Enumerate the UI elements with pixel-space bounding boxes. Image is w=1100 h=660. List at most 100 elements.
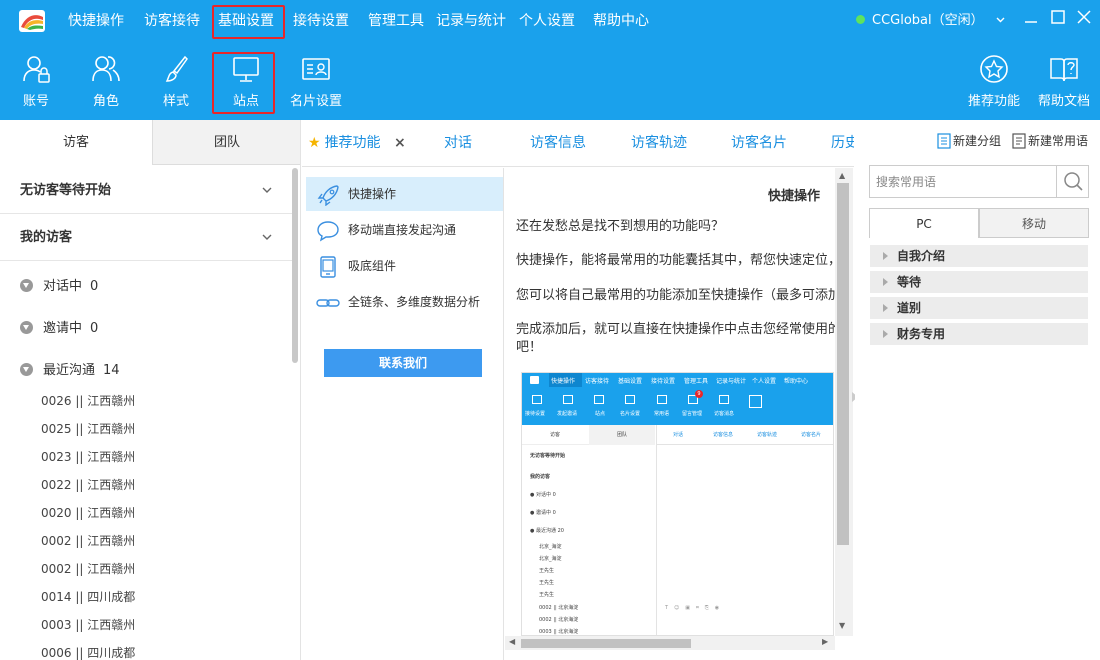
scroll-down-icon[interactable]: ▼ — [839, 621, 845, 630]
menu-records-stats[interactable]: 记录与统计 — [436, 0, 506, 42]
chat-bubble-icon — [317, 221, 339, 242]
phrase-search-input[interactable] — [870, 166, 1055, 197]
group-chatting[interactable]: 对话中 0 — [20, 275, 98, 294]
preview-tool-icon — [625, 395, 635, 404]
section-my-visitors[interactable]: 我的访客 — [0, 215, 292, 261]
visitor-row[interactable]: 0025 || 江西赣州 — [41, 420, 135, 437]
preview-menu-item: 帮助中心 — [784, 378, 809, 385]
preview-divider — [657, 444, 833, 445]
scroll-left-icon[interactable]: ◀ — [509, 637, 515, 646]
close-icon[interactable] — [1075, 8, 1093, 26]
chevron-down-icon — [262, 187, 272, 193]
contact-us-button[interactable]: 联系我们 — [324, 349, 482, 377]
tool-role-button[interactable]: 角色 — [88, 54, 124, 109]
visitor-row[interactable]: 0020 || 江西赣州 — [41, 504, 135, 521]
feature-data-analysis[interactable]: 全链条、多维度数据分析 — [306, 285, 503, 319]
detail-scroll-thumb[interactable] — [837, 183, 849, 545]
help-book-icon — [1050, 58, 1078, 82]
phrase-category[interactable]: 财务专用 — [870, 323, 1088, 345]
group-inviting[interactable]: 邀请中 0 — [20, 317, 98, 336]
tab-recommended[interactable]: ★ 推荐功能 — [308, 120, 381, 166]
tab-chat[interactable]: 对话 — [444, 120, 472, 166]
feature-quick-ops[interactable]: 快捷操作 — [306, 177, 503, 211]
tool-card-settings-label: 名片设置 — [290, 94, 343, 109]
menu-quick-ops[interactable]: 快捷操作 — [68, 0, 124, 42]
close-tab-icon[interactable]: × — [394, 120, 406, 166]
section-waiting[interactable]: 无访客等待开始 — [0, 168, 292, 214]
phrase-category[interactable]: 等待 — [870, 271, 1088, 293]
phone-icon — [320, 256, 336, 278]
tab-visitor-info[interactable]: 访客信息 — [530, 120, 586, 166]
tab-visitor-track[interactable]: 访客轨迹 — [631, 120, 687, 166]
visitor-row[interactable]: 0022 || 江西赣州 — [41, 476, 135, 493]
visitor-row[interactable]: 0026 || 江西赣州 — [41, 392, 135, 409]
preview-menu-item: 记录与统计 — [716, 378, 747, 385]
tool-recommended-button[interactable]: 推荐功能 — [968, 54, 1020, 109]
scroll-up-icon[interactable]: ▲ — [839, 171, 845, 180]
menu-help-center[interactable]: 帮助中心 — [593, 0, 649, 42]
highlight-basic-settings — [212, 5, 285, 39]
tool-help-docs-label: 帮助文档 — [1038, 94, 1091, 109]
scroll-right-icon[interactable]: ▶ — [822, 637, 828, 646]
tab-mobile[interactable]: 移动 — [979, 208, 1089, 238]
menu-reception-settings[interactable]: 接待设置 — [293, 0, 349, 42]
preview-tool-icon — [719, 395, 729, 404]
visitor-row[interactable]: 0002 || 江西赣州 — [41, 560, 135, 577]
new-group-button[interactable]: 新建分组 — [937, 132, 1001, 149]
preview-row: 王先生 — [539, 592, 555, 598]
tool-help-docs-button[interactable]: 帮助文档 — [1038, 54, 1090, 109]
preview-group-label: 最近沟通 — [535, 528, 556, 534]
preview-group-count: 20 — [557, 528, 564, 534]
tool-recommended-label: 推荐功能 — [968, 94, 1021, 109]
detail-paragraph: 快捷操作，能将最常用的功能囊括其中，帮您快速定位， — [516, 253, 835, 268]
chevron-down-icon — [996, 17, 1005, 23]
phrase-category[interactable]: 自我介绍 — [870, 245, 1088, 267]
tool-style-button[interactable]: 样式 — [158, 54, 194, 109]
menu-management-tools[interactable]: 管理工具 — [368, 0, 424, 42]
tab-visitors[interactable]: 访客 — [0, 120, 152, 165]
visitor-row[interactable]: 0006 || 四川成都 — [41, 644, 135, 660]
preview-menu-item: 快捷操作 — [551, 378, 576, 385]
group-label: 邀请中 — [43, 321, 83, 336]
preview-menu-item: 接待设置 — [651, 378, 676, 385]
app-logo-icon — [19, 10, 45, 32]
visitor-row[interactable]: 0003 || 江西赣州 — [41, 616, 135, 633]
maximize-icon[interactable] — [1049, 8, 1067, 26]
group-recent[interactable]: 最近沟通 14 — [20, 359, 120, 378]
tab-history[interactable]: 历史 — [831, 120, 854, 166]
preview-tool-icon — [594, 395, 604, 404]
menu-visitor-reception[interactable]: 访客接待 — [144, 0, 200, 42]
agent-status-dropdown[interactable]: CCGlobal（空闲） — [856, 0, 1005, 42]
group-count: 14 — [103, 363, 120, 378]
tool-card-settings-button[interactable]: 名片设置 — [290, 54, 342, 109]
feature-list: 快捷操作 移动端直接发起沟通 吸底组件 全链条、多维度数据分析 联系我们 — [302, 168, 504, 660]
feature-bottom-widget[interactable]: 吸底组件 — [306, 249, 503, 283]
new-group-icon — [937, 133, 951, 149]
visitor-row[interactable]: 0002 || 江西赣州 — [41, 532, 135, 549]
phrase-category[interactable]: 道别 — [870, 297, 1088, 319]
preview-tool-label: 访客消息 — [714, 411, 735, 417]
preview-tool-label: 站点 — [595, 411, 606, 417]
brush-icon — [165, 55, 188, 82]
visitor-row[interactable]: 0023 || 江西赣州 — [41, 448, 135, 465]
new-phrase-icon — [1012, 133, 1026, 149]
group-count: 0 — [90, 321, 99, 336]
new-phrase-button[interactable]: 新建常用语 — [1012, 132, 1088, 149]
visitor-list-scrollbar[interactable] — [292, 168, 298, 363]
visitor-row[interactable]: 0014 || 四川成都 — [41, 588, 135, 605]
tab-visitor-card[interactable]: 访客名片 — [731, 120, 787, 166]
new-phrase-label: 新建常用语 — [1028, 134, 1089, 148]
chevron-down-icon — [262, 234, 272, 240]
preview-row: 0002 || 北京海淀 — [539, 605, 579, 611]
detail-hscroll-thumb[interactable] — [521, 639, 691, 648]
search-button[interactable] — [1056, 166, 1088, 197]
preview-group-label: 邀请中 — [535, 510, 551, 516]
tool-account-button[interactable]: 账号 — [18, 54, 54, 109]
tab-pc[interactable]: PC — [869, 208, 979, 238]
new-group-label: 新建分组 — [953, 134, 1002, 148]
preview-divider — [656, 425, 657, 635]
tab-team[interactable]: 团队 — [152, 120, 300, 165]
minimize-icon[interactable] — [1022, 8, 1040, 26]
feature-mobile-chat[interactable]: 移动端直接发起沟通 — [306, 213, 503, 247]
menu-personal-settings[interactable]: 个人设置 — [519, 0, 575, 42]
